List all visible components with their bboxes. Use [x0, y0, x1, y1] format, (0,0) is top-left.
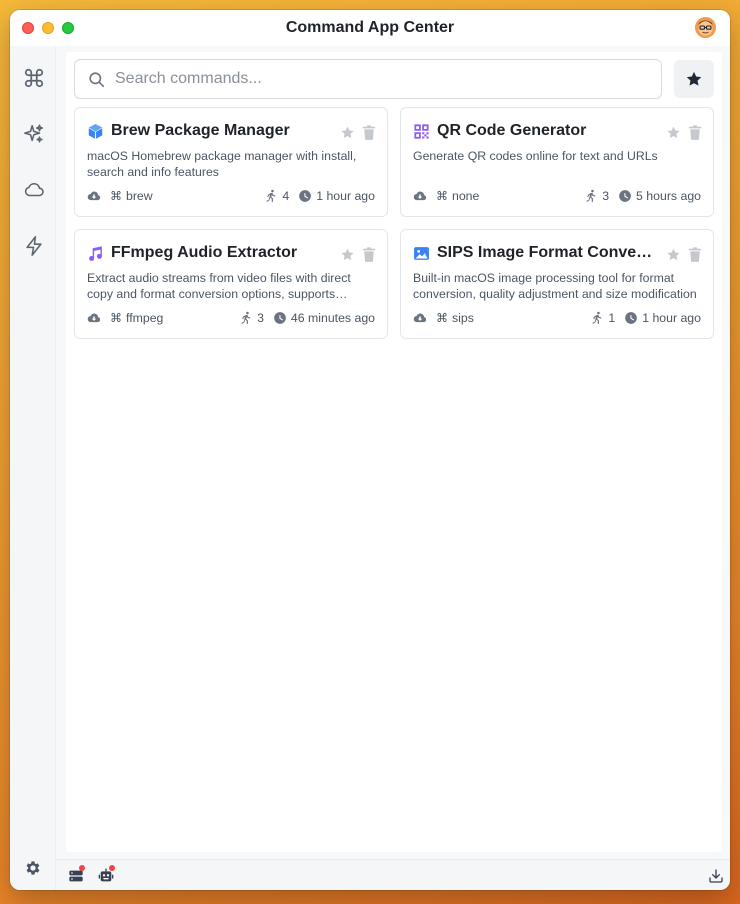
favorite-star-icon[interactable]	[340, 247, 355, 262]
services-notification-dot	[79, 865, 85, 871]
sidebar-cloud-button[interactable]	[23, 179, 45, 201]
card-title: QR Code Generator	[437, 122, 587, 139]
gear-icon	[26, 861, 40, 875]
cube-icon	[87, 123, 104, 140]
run-count: 3	[602, 189, 610, 203]
run-count: 3	[257, 311, 264, 325]
clock-icon	[298, 189, 312, 203]
maximize-window-button[interactable]	[62, 22, 74, 34]
assistant-status-button[interactable]	[98, 865, 115, 884]
main-panel: Brew Package Manager macOS Homebrew pack…	[66, 52, 722, 852]
favorite-star-icon[interactable]	[666, 247, 681, 262]
clock-icon	[624, 311, 638, 325]
cloud-download-icon	[87, 311, 101, 325]
runner-icon	[239, 311, 253, 325]
settings-button[interactable]	[24, 859, 42, 877]
search-box	[74, 59, 662, 99]
runner-icon	[584, 189, 598, 203]
favorite-star-icon[interactable]	[666, 125, 681, 140]
favorites-filter-button[interactable]	[674, 60, 714, 98]
card-description: macOS Homebrew package manager with inst…	[87, 149, 357, 179]
cloud-download-icon	[87, 189, 101, 203]
cloud-download-icon	[413, 189, 427, 203]
bottom-status-bar	[56, 859, 730, 890]
services-status-button[interactable]	[68, 865, 85, 884]
card-description: Generate QR codes online for text and UR…	[413, 149, 658, 163]
card-footer: ⌘ brew 4 1 hour ago	[87, 188, 375, 204]
command-name: sips	[452, 311, 474, 325]
card-title: Brew Package Manager	[111, 122, 290, 139]
clock-icon	[273, 311, 287, 325]
titlebar: Command App Center	[10, 10, 730, 46]
last-run-time: 5 hours ago	[636, 189, 701, 203]
traffic-lights	[22, 22, 74, 34]
search-icon	[89, 72, 105, 88]
command-card[interactable]: FFmpeg Audio Extractor Extract audio str…	[74, 229, 388, 339]
lightning-icon	[26, 236, 42, 256]
run-count: 1	[608, 311, 616, 325]
sparkles-icon	[24, 124, 44, 143]
cloud-download-icon	[413, 311, 427, 325]
sidebar-automation-button[interactable]	[23, 235, 45, 257]
last-run-time: 1 hour ago	[316, 189, 375, 203]
command-symbol-icon: ⌘	[110, 189, 122, 203]
command-card[interactable]: QR Code Generator Generate QR codes onli…	[400, 107, 714, 217]
last-run-time: 1 hour ago	[642, 311, 701, 325]
sidebar-commands-button[interactable]	[23, 67, 45, 89]
command-card[interactable]: SIPS Image Format Converter Built-in mac…	[400, 229, 714, 339]
run-count: 4	[282, 189, 290, 203]
command-symbol-icon: ⌘	[436, 311, 448, 325]
user-avatar[interactable]	[695, 17, 716, 38]
card-footer: ⌘ sips 1 1 hour ago	[413, 310, 701, 326]
minimize-window-button[interactable]	[42, 22, 54, 34]
download-tray-icon	[709, 869, 723, 883]
command-name: ffmpeg	[126, 311, 164, 325]
clock-icon	[618, 189, 632, 203]
image-icon	[413, 245, 430, 262]
sidebar-ai-button[interactable]	[23, 123, 45, 145]
cloud-icon	[24, 183, 44, 197]
delete-trash-icon[interactable]	[688, 125, 702, 140]
card-description: Built-in macOS image processing tool for…	[413, 271, 697, 301]
card-footer: ⌘ none 3 5 hours ago	[413, 188, 701, 204]
last-run-time: 46 minutes ago	[290, 311, 375, 325]
music-icon	[87, 245, 104, 262]
app-window: Command App Center Search commands... Br…	[10, 10, 730, 890]
qrcode-icon	[413, 123, 430, 140]
card-description: Extract audio streams from video files w…	[87, 271, 351, 301]
delete-trash-icon[interactable]	[688, 247, 702, 262]
command-symbol-icon: ⌘	[110, 311, 122, 325]
card-title: SIPS Image Format Converter	[437, 244, 657, 261]
command-symbol-icon: ⌘	[436, 189, 448, 203]
command-icon	[24, 68, 44, 88]
favorite-star-icon[interactable]	[340, 125, 355, 140]
download-button[interactable]	[708, 868, 723, 883]
card-title: FFmpeg Audio Extractor	[111, 244, 298, 261]
command-name: brew	[126, 189, 153, 203]
sidebar	[10, 46, 56, 890]
command-card[interactable]: Brew Package Manager macOS Homebrew pack…	[74, 107, 388, 217]
assistant-notification-dot	[109, 865, 115, 871]
card-footer: ⌘ ffmpeg 3 46 minutes ago	[87, 310, 375, 326]
runner-icon	[590, 311, 604, 325]
command-name: none	[452, 189, 480, 203]
star-icon	[686, 71, 702, 86]
delete-trash-icon[interactable]	[362, 125, 376, 140]
runner-icon	[264, 189, 278, 203]
search-input[interactable]	[115, 60, 655, 98]
window-title: Command App Center	[285, 19, 455, 36]
close-window-button[interactable]	[22, 22, 34, 34]
delete-trash-icon[interactable]	[362, 247, 376, 262]
